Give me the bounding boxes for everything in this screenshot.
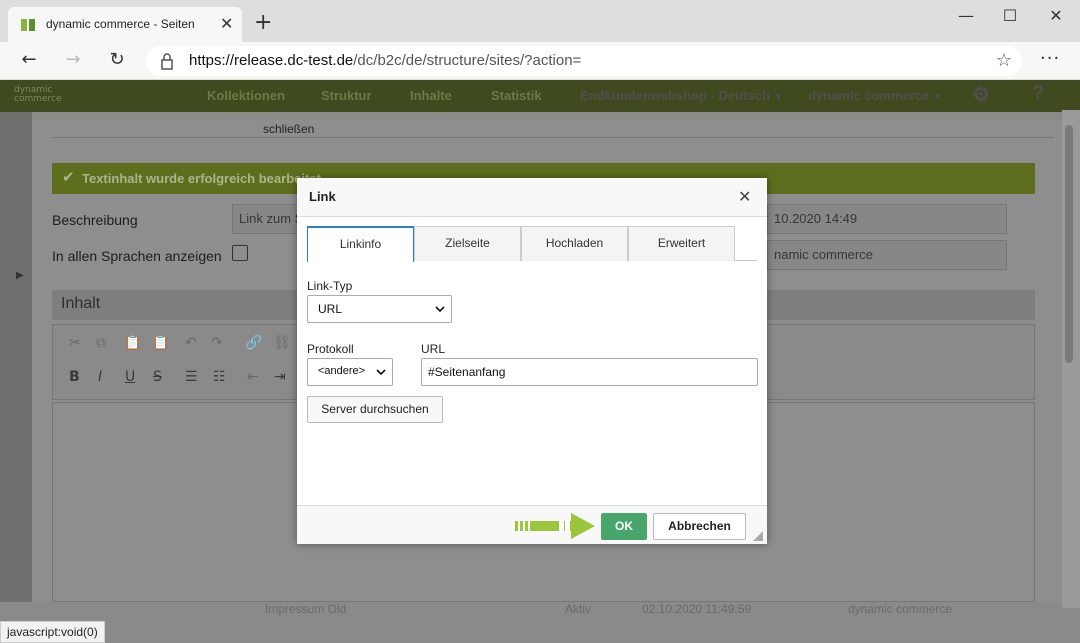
nav-struktur[interactable]: Struktur (321, 88, 372, 103)
app-navbar: dynamic commerce Kollektionen Struktur I… (0, 80, 1080, 112)
url-text: https://release.dc-test.de/dc/b2c/de/str… (189, 52, 581, 69)
address-bar: ← → ↻ https://release.dc-test.de/dc/b2c/… (0, 42, 1080, 80)
help-icon[interactable]: ? (1032, 82, 1044, 105)
protocol-value: <andere> (318, 365, 366, 377)
close-window-icon[interactable]: ✕ (1046, 6, 1066, 25)
link-type-label: Link-Typ (307, 279, 353, 293)
redo-icon[interactable]: ↷ (211, 335, 223, 351)
dialog-tabs: Linkinfo Zielseite Hochladen Erweitert (307, 226, 757, 262)
logo-line2: commerce (14, 94, 62, 104)
paste-icon[interactable]: 📋 (124, 335, 141, 351)
annotation-arrow-icon (515, 513, 595, 539)
strikethrough-icon[interactable]: S (153, 369, 162, 385)
url-label: URL (421, 342, 446, 356)
dialog-close-icon[interactable]: ✕ (738, 187, 751, 206)
shop-select-label: Endkundenwebshop - Deutsch (580, 88, 770, 103)
forward-icon[interactable]: → (62, 50, 84, 70)
row-date: 02.10.2020 11:49:59 (642, 602, 752, 616)
chevron-down-icon (376, 369, 386, 376)
status-bar-url: javascript:void(0) (0, 621, 105, 643)
browse-server-button[interactable]: Server durchsuchen (307, 396, 443, 423)
nav-inhalte[interactable]: Inhalte (410, 88, 452, 103)
browser-tab-bar: dynamic commerce - Seiten ✕ + — ☐ ✕ (0, 0, 1080, 42)
cut-icon[interactable]: ✂ (69, 335, 81, 351)
url-path: /dc/b2c/de/structure/sites/?action= (353, 52, 582, 69)
list-row-strip: Impressum Old Aktiv 02.10.2020 11:49:59 … (0, 602, 1080, 643)
unlink-icon[interactable]: ⛓ (273, 335, 291, 351)
tab-zielseite[interactable]: Zielseite (414, 226, 521, 261)
company-field[interactable]: namic commerce (767, 240, 1007, 270)
checkmark-icon: ✔ (62, 168, 75, 186)
protocol-select[interactable]: <andere> (307, 358, 393, 386)
url-host: https://release.dc-test.de (189, 52, 354, 69)
maximize-icon[interactable]: ☐ (1000, 6, 1020, 25)
tab-close-icon[interactable]: ✕ (220, 15, 233, 33)
link-dialog: Link ✕ Linkinfo Zielseite Hochladen Erwe… (297, 178, 767, 544)
description-label: Beschreibung (52, 212, 138, 228)
lock-icon (161, 53, 173, 70)
success-message: Textinhalt wurde erfolgreich bearbeitet (82, 171, 321, 186)
tab-linkinfo[interactable]: Linkinfo (307, 226, 414, 262)
close-link[interactable]: schließen (263, 122, 314, 136)
all-languages-label: In allen Sprachen anzeigen (52, 248, 222, 264)
favorite-star-icon[interactable]: ☆ (996, 50, 1012, 71)
outdent-icon[interactable]: ⇤ (247, 369, 259, 385)
bold-icon[interactable]: B (69, 369, 80, 385)
chevron-down-icon: ▼ (773, 92, 784, 103)
tab-hochladen[interactable]: Hochladen (521, 226, 628, 261)
numbered-list-icon[interactable]: ☰ (185, 369, 198, 385)
row-status: Aktiv (565, 602, 592, 616)
cancel-button[interactable]: Abbrechen (653, 513, 746, 540)
expand-arrow-icon[interactable]: ▶ (16, 270, 24, 281)
paste-text-icon[interactable]: 📋 (152, 335, 169, 351)
resize-grip-icon[interactable] (753, 531, 763, 541)
scrollbar-thumb[interactable] (1065, 125, 1073, 363)
row-name: Impressum Old (265, 602, 347, 616)
row-owner: dynamic commerce (848, 602, 953, 616)
all-languages-checkbox[interactable] (232, 245, 248, 261)
user-select[interactable]: dynamic commerce ▼ (808, 88, 943, 103)
bullet-list-icon[interactable]: ☷ (213, 369, 226, 385)
protocol-label: Protokoll (307, 342, 354, 356)
chevron-down-icon: ▼ (933, 92, 943, 103)
dialog-header: Link ✕ (297, 178, 767, 217)
underline-icon[interactable]: U (125, 369, 135, 385)
tab-erweitert[interactable]: Erweitert (628, 226, 735, 261)
nav-statistik[interactable]: Statistik (491, 88, 542, 103)
dialog-footer: OK Abbrechen (297, 505, 767, 544)
content-header: Inhalt (61, 295, 101, 312)
new-tab-icon[interactable]: + (254, 12, 272, 34)
link-type-value: URL (318, 302, 343, 316)
date-field[interactable]: 10.2020 14:49 (767, 204, 1007, 234)
copy-icon[interactable]: ⧉ (96, 335, 106, 351)
user-select-label: dynamic commerce (808, 88, 930, 103)
back-icon[interactable]: ← (18, 50, 40, 70)
url-field[interactable]: https://release.dc-test.de/dc/b2c/de/str… (146, 46, 1022, 76)
ok-button[interactable]: OK (601, 513, 647, 540)
gear-icon[interactable]: ⚙ (972, 82, 990, 107)
left-sidebar: ▶ (0, 112, 32, 602)
divider (52, 137, 1054, 138)
dialog-title: Link (309, 189, 336, 204)
chevron-down-icon (435, 306, 445, 313)
dc-logo-icon (21, 19, 35, 31)
browser-menu-icon[interactable]: ··· (1040, 48, 1060, 69)
link-type-select[interactable]: URL (307, 295, 452, 323)
minimize-icon[interactable]: — (956, 6, 976, 25)
reload-icon[interactable]: ↻ (106, 50, 128, 70)
italic-icon[interactable]: I (98, 369, 102, 385)
link-icon[interactable]: 🔗 (245, 335, 262, 351)
url-input[interactable]: #Seitenanfang (421, 358, 758, 386)
tab-title: dynamic commerce - Seiten (46, 17, 195, 31)
undo-icon[interactable]: ↶ (185, 335, 197, 351)
indent-icon[interactable]: ⇥ (274, 369, 286, 385)
nav-kollektionen[interactable]: Kollektionen (207, 88, 285, 103)
shop-select[interactable]: Endkundenwebshop - Deutsch ▼ (580, 88, 784, 103)
browser-tab[interactable]: dynamic commerce - Seiten ✕ (8, 7, 242, 42)
app-logo: dynamic commerce (14, 86, 62, 104)
